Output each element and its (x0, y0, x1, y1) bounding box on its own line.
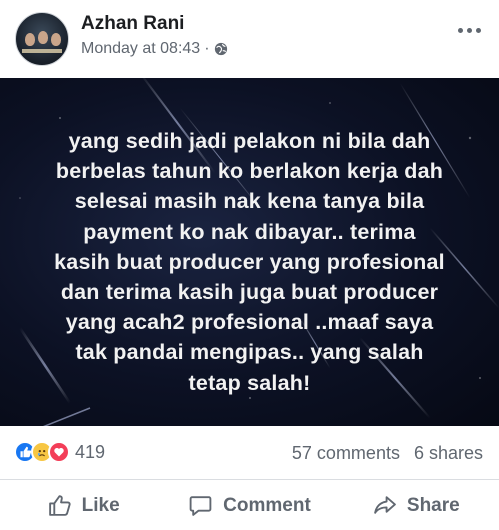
meta-separator: · (204, 40, 210, 57)
reaction-count: 419 (75, 441, 106, 462)
globe-icon[interactable] (214, 42, 228, 56)
quote-line: berbelas tahun ko berlakon kerja dah (55, 159, 444, 184)
shares-count-link[interactable]: 6 shares (414, 443, 483, 464)
image-quote: yang sedih jadi pelakon ni bila dah berb… (20, 126, 479, 398)
quote-line: payment ko nak dibayar.. terima (83, 219, 416, 244)
share-button[interactable]: Share (333, 481, 499, 530)
comments-count-link[interactable]: 57 comments (292, 443, 400, 464)
post-actions-bar: Like Comment Share (0, 481, 499, 530)
author-avatar[interactable] (15, 12, 69, 66)
quote-line: tak pandai mengipas.. yang salah (75, 340, 424, 365)
post-image[interactable]: yang sedih jadi pelakon ni bila dah berb… (0, 78, 499, 426)
quote-line: dan terima kasih juga buat producer (60, 280, 439, 305)
author-name[interactable]: Azhan Rani (81, 13, 184, 35)
quote-line: selesai masih nak kena tanya bila (74, 189, 425, 214)
comment-share-counts: 57 comments 6 shares (292, 443, 483, 464)
love-reaction-icon (48, 441, 70, 463)
quote-line: yang sedih jadi pelakon ni bila dah (68, 129, 431, 153)
post-meta: Monday at 08:43 · (81, 40, 228, 58)
thumbs-up-icon (48, 495, 71, 516)
post-header: Azhan Rani Monday at 08:43 · (0, 0, 499, 78)
comment-button[interactable]: Comment (166, 481, 332, 530)
engagement-stats: 419 57 comments 6 shares (0, 426, 499, 480)
post-timestamp[interactable]: Monday at 08:43 (81, 40, 200, 58)
quote-line: tetap salah! (188, 370, 311, 395)
more-options-icon[interactable] (455, 22, 483, 38)
quote-line: kasih buat producer yang profesional (54, 249, 445, 274)
share-button-label: Share (406, 494, 460, 516)
reactions-summary[interactable]: 419 (14, 441, 105, 463)
like-button-label: Like (81, 494, 120, 516)
quote-line: yang acah2 profesional ..maaf saya (65, 310, 434, 335)
like-button[interactable]: Like (0, 481, 166, 530)
comment-bubble-icon (189, 496, 212, 516)
share-arrow-icon (374, 496, 396, 514)
comment-button-label: Comment (223, 494, 311, 516)
